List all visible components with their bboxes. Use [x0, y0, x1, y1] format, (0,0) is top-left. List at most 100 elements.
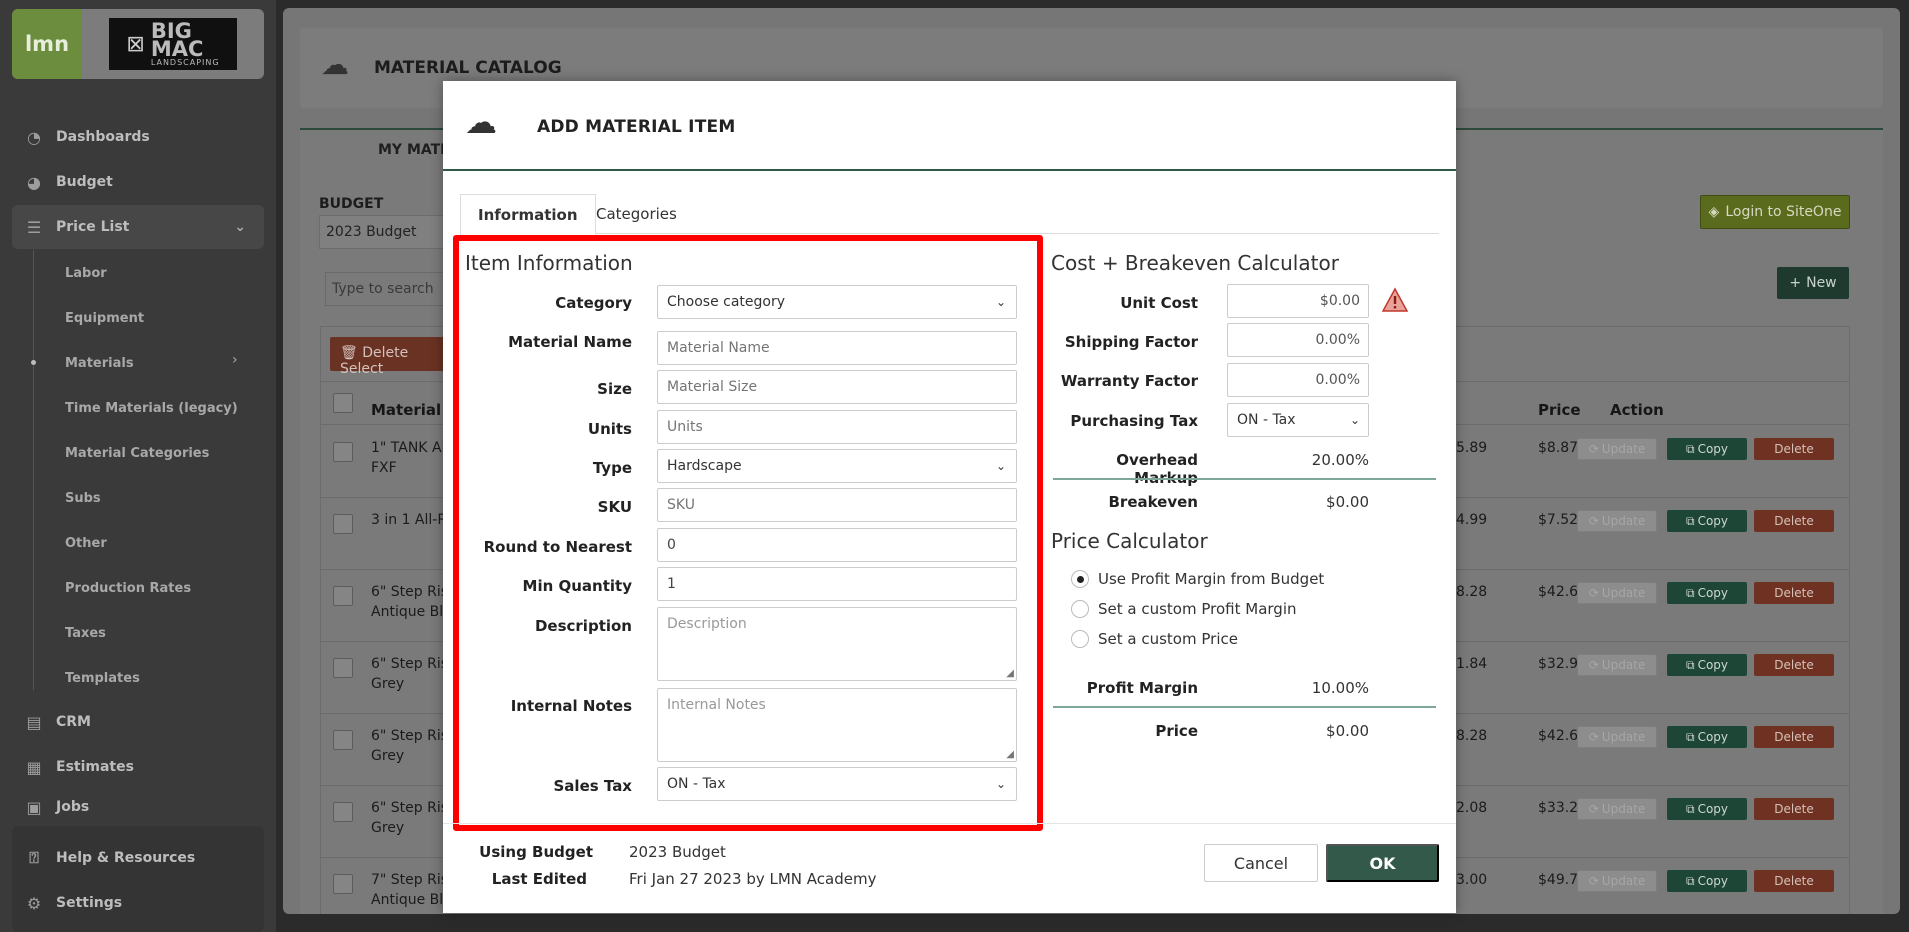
sidebar-sub-templates[interactable]: Templates — [65, 664, 140, 694]
sidebar-sub-material-categories[interactable]: Material Categories — [65, 439, 209, 469]
delete-button[interactable]: Delete — [1754, 582, 1834, 604]
description-textarea[interactable]: Description ◢ — [657, 607, 1017, 681]
material-name-input[interactable] — [657, 331, 1017, 365]
sidebar-item-settings[interactable]: ⚙ Settings — [12, 881, 264, 925]
radio-custom-margin[interactable]: Set a custom Profit Margin — [1071, 600, 1297, 618]
sku-input[interactable] — [657, 488, 1017, 522]
row-checkbox[interactable] — [333, 802, 353, 822]
units-input[interactable] — [657, 410, 1017, 444]
update-button[interactable]: ⟳ Update — [1577, 438, 1657, 460]
select-all-checkbox[interactable] — [333, 393, 353, 413]
new-button[interactable]: + New — [1777, 267, 1849, 299]
row-checkbox[interactable] — [333, 658, 353, 678]
col-price[interactable]: Price — [1538, 401, 1581, 419]
radio-custom-price[interactable]: Set a custom Price — [1071, 630, 1238, 648]
tab-categories[interactable]: Categories — [579, 194, 694, 234]
cost-cell: 8.28 — [1456, 584, 1488, 600]
delete-button[interactable]: Delete — [1754, 438, 1834, 460]
min-quantity-input[interactable]: 1 — [657, 567, 1017, 601]
sidebar-sub-materials[interactable]: Materials — [65, 349, 134, 379]
cancel-button[interactable]: Cancel — [1204, 844, 1318, 882]
sidebar-sub-taxes[interactable]: Taxes — [65, 619, 106, 649]
login-siteone-button[interactable]: ◈ Login to SiteOne — [1700, 195, 1850, 229]
sidebar-sub-subs[interactable]: Subs — [65, 484, 101, 514]
radio-use-budget-margin[interactable]: Use Profit Margin from Budget — [1071, 570, 1324, 588]
breakeven-value: $0.00 — [1326, 493, 1369, 511]
cost-cell: 8.28 — [1456, 728, 1488, 744]
material-name-cell: 6" Step Ris Antique Bla — [371, 582, 452, 622]
lmn-logo[interactable]: lmn — [12, 9, 82, 79]
copy-button[interactable]: ⧉ Copy — [1667, 726, 1747, 748]
delete-button[interactable]: Delete — [1754, 726, 1834, 748]
radio-button[interactable] — [1071, 570, 1089, 588]
submenu-line — [33, 250, 34, 690]
row-checkbox[interactable] — [333, 730, 353, 750]
sidebar-item-label: Help & Resources — [56, 850, 196, 866]
sidebar-item-help[interactable]: ⍰ Help & Resources — [12, 836, 264, 880]
size-input[interactable] — [657, 370, 1017, 404]
update-button[interactable]: ⟳ Update — [1577, 654, 1657, 676]
sidebar-item-jobs[interactable]: ▣ Jobs — [12, 790, 264, 824]
internal-notes-placeholder: Internal Notes — [667, 697, 766, 713]
cost-cell: 1.84 — [1456, 656, 1488, 672]
delete-button[interactable]: Delete — [1754, 510, 1834, 532]
radio-button[interactable] — [1071, 600, 1089, 618]
row-checkbox[interactable] — [333, 586, 353, 606]
resize-grip-icon[interactable]: ◢ — [1006, 668, 1014, 679]
resize-grip-icon[interactable]: ◢ — [1006, 749, 1014, 760]
round-to-nearest-input[interactable]: 0 — [657, 528, 1017, 562]
copy-button[interactable]: ⧉ Copy — [1667, 510, 1747, 532]
copy-button[interactable]: ⧉ Copy — [1667, 870, 1747, 892]
update-button[interactable]: ⟳ Update — [1577, 798, 1657, 820]
tab-information[interactable]: Information — [460, 194, 596, 235]
type-select[interactable]: Hardscape ⌄ — [657, 449, 1017, 483]
category-select[interactable]: Choose category ⌄ — [657, 285, 1017, 319]
copy-button[interactable]: ⧉ Copy — [1667, 438, 1747, 460]
sidebar-item-dashboards[interactable]: ◔ Dashboards — [12, 115, 264, 159]
delete-button[interactable]: Delete — [1754, 798, 1834, 820]
budget-select[interactable]: 2023 Budget — [319, 215, 459, 249]
refresh-icon: ⟳ — [1588, 802, 1599, 816]
divider — [1053, 478, 1436, 480]
search-input[interactable]: Type to search — [325, 272, 455, 306]
internal-notes-textarea[interactable]: Internal Notes ◢ — [657, 688, 1017, 762]
row-checkbox[interactable] — [333, 442, 353, 462]
warranty-factor-input[interactable]: 0.00% — [1227, 363, 1369, 397]
material-name-line2: FXF — [371, 460, 397, 476]
row-checkbox[interactable] — [333, 874, 353, 894]
update-button[interactable]: ⟳ Update — [1577, 582, 1657, 604]
delete-selected-button[interactable]: 🗑 Delete Select — [330, 337, 450, 377]
sidebar-item-crm[interactable]: ▤ CRM — [12, 700, 264, 744]
update-button[interactable]: ⟳ Update — [1577, 870, 1657, 892]
row-checkbox[interactable] — [333, 514, 353, 534]
update-button[interactable]: ⟳ Update — [1577, 510, 1657, 532]
sidebar-item-budget[interactable]: ◕ Budget — [12, 160, 264, 204]
sidebar-item-price-list[interactable]: ☰ Price List ⌄ — [12, 205, 264, 249]
unit-cost-input[interactable]: $0.00 — [1227, 284, 1369, 318]
copy-button[interactable]: ⧉ Copy — [1667, 654, 1747, 676]
description-placeholder: Description — [667, 616, 747, 632]
copy-button[interactable]: ⧉ Copy — [1667, 798, 1747, 820]
sidebar-sub-other[interactable]: Other — [65, 529, 107, 559]
active-dot — [31, 360, 36, 365]
sidebar-sub-labor[interactable]: Labor — [65, 259, 107, 289]
copy-icon: ⧉ — [1685, 801, 1695, 816]
delete-button[interactable]: Delete — [1754, 870, 1834, 892]
copy-button[interactable]: ⧉ Copy — [1667, 582, 1747, 604]
chevron-down-icon[interactable]: ⌄ — [234, 219, 246, 235]
update-button[interactable]: ⟳ Update — [1577, 726, 1657, 748]
sidebar-sub-equipment[interactable]: Equipment — [65, 304, 144, 334]
chevron-right-icon[interactable]: › — [232, 352, 238, 368]
ok-button[interactable]: OK — [1326, 844, 1439, 882]
sidebar-item-estimates[interactable]: ▦ Estimates — [12, 745, 264, 789]
shipping-factor-input[interactable]: 0.00% — [1227, 323, 1369, 357]
sidebar-sub-time-materials[interactable]: Time Materials (legacy) — [65, 394, 238, 424]
delete-button[interactable]: Delete — [1754, 654, 1834, 676]
unit-cost-label: Unit Cost — [1120, 294, 1198, 312]
item-information-title: Item Information — [465, 251, 633, 275]
sidebar-sub-production-rates[interactable]: Production Rates — [65, 574, 191, 604]
tab-my-materials[interactable]: MY MATE — [378, 142, 450, 158]
purchasing-tax-select[interactable]: ON - Tax ⌄ — [1227, 403, 1369, 437]
radio-button[interactable] — [1071, 630, 1089, 648]
sales-tax-select[interactable]: ON - Tax ⌄ — [657, 767, 1017, 801]
